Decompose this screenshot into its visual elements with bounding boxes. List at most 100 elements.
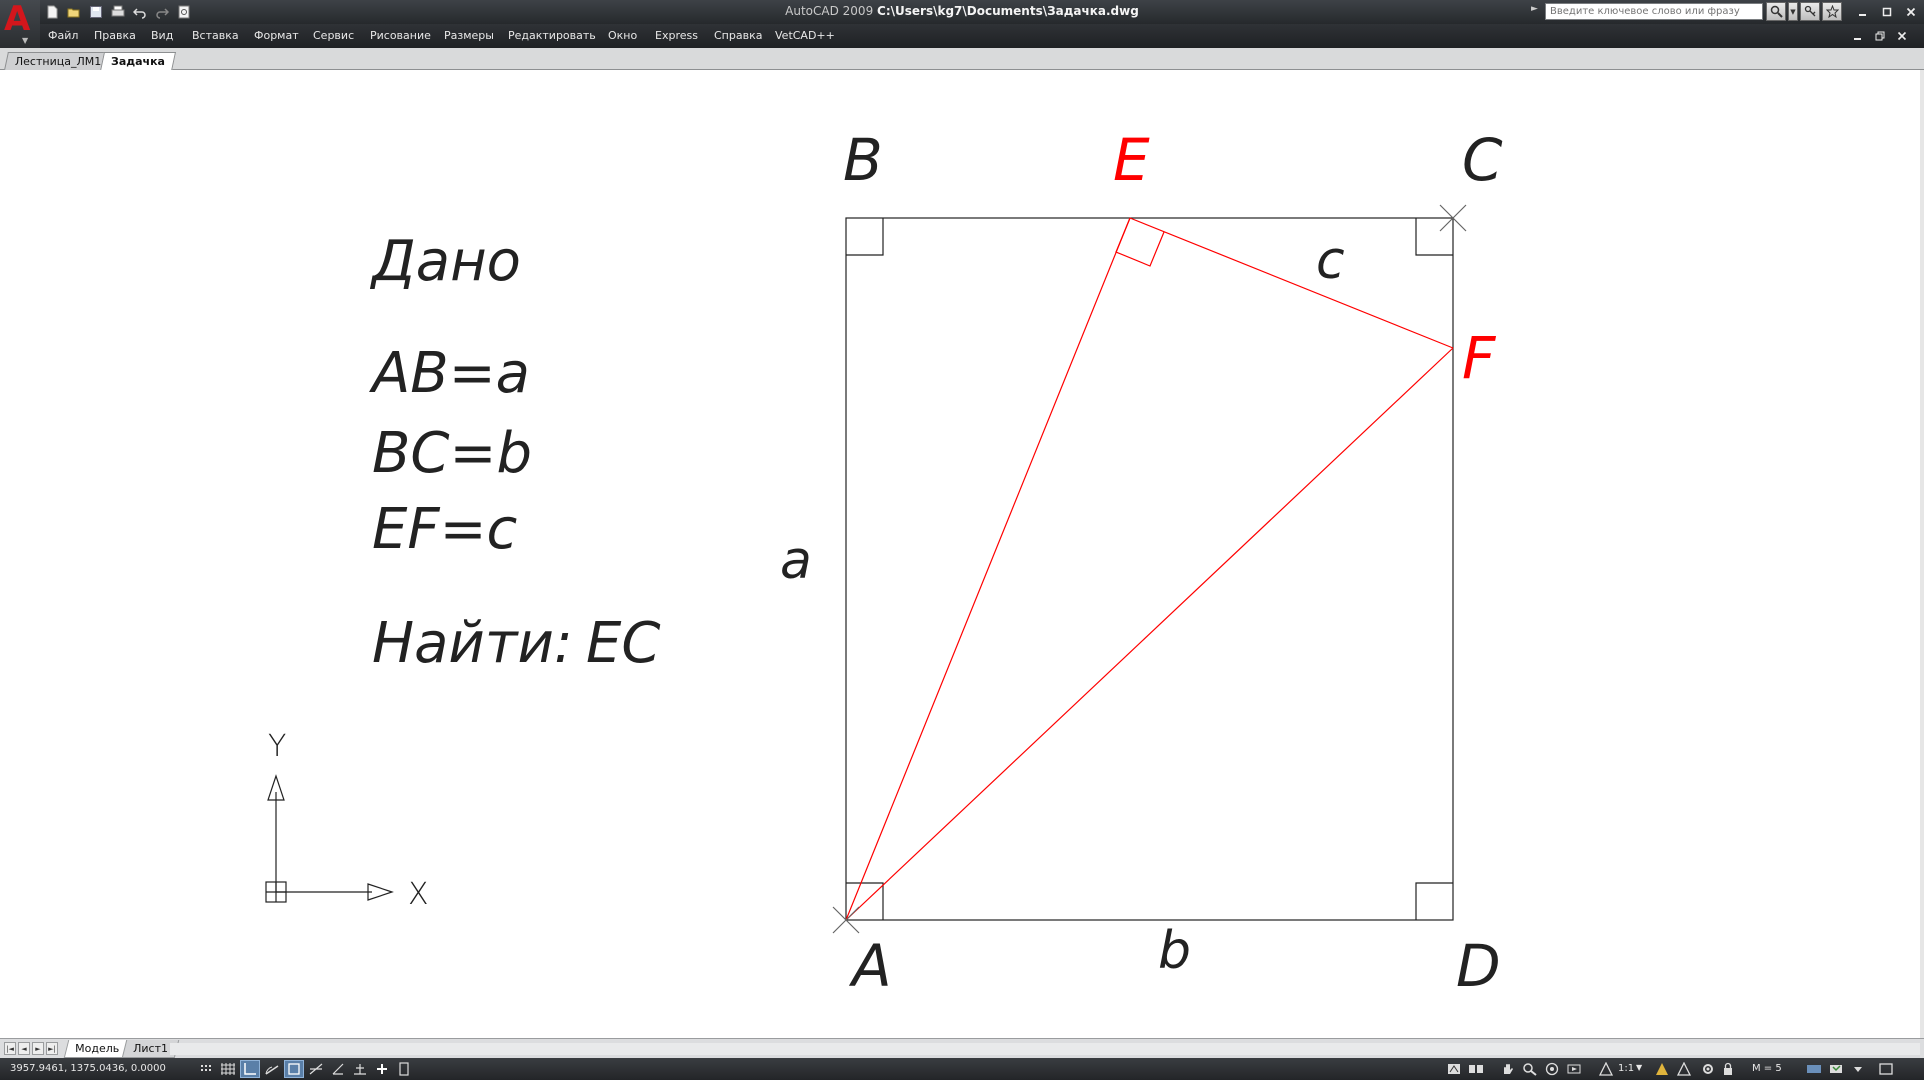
menu-express[interactable]: Express	[655, 29, 698, 42]
label-point-c: C	[1462, 126, 1503, 194]
steering-wheel-button[interactable]	[1542, 1060, 1562, 1078]
auto-scale-toggle[interactable]	[1674, 1060, 1694, 1078]
next-layout-button[interactable]: ►	[32, 1042, 44, 1055]
favorites-button[interactable]	[1822, 2, 1842, 21]
grid-icon	[221, 1063, 235, 1075]
minimize-icon	[1854, 38, 1861, 40]
tab-lestnitsa[interactable]: Лестница_ЛМ1	[4, 52, 113, 70]
communication-center-button[interactable]	[1826, 1060, 1846, 1078]
tab-label: Модель	[75, 1042, 120, 1055]
maximize-button[interactable]	[1876, 3, 1898, 20]
annotation-visibility-toggle[interactable]	[1652, 1060, 1672, 1078]
vertical-scrollbar[interactable]	[1920, 70, 1924, 1038]
polar-toggle[interactable]	[262, 1060, 282, 1078]
workspace-switch-button[interactable]	[1698, 1060, 1718, 1078]
qp-icon	[399, 1062, 409, 1076]
menu-window[interactable]: Окно	[608, 29, 637, 42]
drawing-area[interactable]: B E C F A D a b c Дано AB=a BC=b EF=c На…	[0, 70, 1924, 1038]
label-point-f: F	[1462, 324, 1497, 392]
infocenter-search-input[interactable]	[1545, 3, 1763, 20]
menu-dimension[interactable]: Размеры	[444, 29, 494, 42]
doc-restore-button[interactable]	[1870, 28, 1890, 44]
close-icon	[1897, 31, 1907, 41]
lock-icon	[1724, 1062, 1732, 1075]
drawing-svg[interactable]: B E C F A D a b c Дано AB=a BC=b EF=c На…	[0, 70, 1924, 1038]
lock-toolbar-button[interactable]	[1718, 1060, 1738, 1078]
close-button[interactable]	[1900, 3, 1922, 20]
file-path: C:\Users\kg7\Documents\Задачка.dwg	[877, 4, 1139, 18]
last-layout-button[interactable]: ►|	[46, 1042, 58, 1055]
prev-layout-button[interactable]: ◄	[18, 1042, 30, 1055]
application-menu-button[interactable]: A ▼	[0, 0, 40, 48]
menu-view[interactable]: Вид	[151, 29, 173, 42]
menu-tools[interactable]: Сервис	[313, 29, 354, 42]
menu-vetcad[interactable]: VetCAD++	[775, 29, 835, 42]
menu-format[interactable]: Формат	[254, 29, 299, 42]
dynamic-input-toggle[interactable]	[350, 1060, 370, 1078]
chevron-down-icon[interactable]: ▼	[1636, 1063, 1642, 1072]
menu-help[interactable]: Справка	[714, 29, 762, 42]
find-value: EC	[586, 611, 660, 676]
tab-label: Лист1	[133, 1042, 168, 1055]
osnap-toggle[interactable]	[284, 1060, 304, 1078]
clean-screen-icon	[1879, 1063, 1893, 1075]
autocad-logo-icon: A	[4, 0, 31, 39]
status-bar-menu-button[interactable]	[1848, 1060, 1868, 1078]
segment-ae[interactable]	[845, 217, 1131, 921]
infocenter-expand-icon[interactable]: ►	[1531, 4, 1538, 14]
lineweight-toggle[interactable]	[372, 1060, 392, 1078]
dynamic-ucs-toggle[interactable]	[328, 1060, 348, 1078]
label-point-b: B	[843, 126, 883, 194]
layout-space-button[interactable]	[1466, 1060, 1486, 1078]
autocad-window: AutoCAD 2009 C:\Users\kg7\Documents\Зада…	[0, 0, 1924, 1080]
given-line-ef: EF=c	[372, 497, 518, 562]
subscription-center-button[interactable]	[1800, 2, 1820, 21]
search-options-button[interactable]: ▼	[1788, 2, 1798, 21]
gear-icon	[1703, 1064, 1713, 1074]
menu-file[interactable]: Файл	[48, 29, 78, 42]
given-line-ab: AB=a	[369, 341, 530, 406]
quick-properties-toggle[interactable]	[394, 1060, 414, 1078]
pan-icon	[1504, 1064, 1513, 1074]
menu-draw[interactable]: Рисование	[370, 29, 431, 42]
pan-button[interactable]	[1498, 1060, 1518, 1078]
grid-toggle[interactable]	[218, 1060, 238, 1078]
segment-ef[interactable]	[1129, 217, 1454, 349]
search-button[interactable]	[1766, 2, 1786, 21]
doc-minimize-button[interactable]	[1848, 28, 1868, 44]
chevron-down-icon: ▼	[22, 36, 29, 45]
zoom-icon	[1523, 1063, 1537, 1076]
rectangle-abcd[interactable]	[845, 217, 1454, 921]
first-layout-button[interactable]: |◄	[4, 1042, 16, 1055]
clean-screen-button[interactable]	[1876, 1060, 1896, 1078]
model-space-button[interactable]	[1444, 1060, 1464, 1078]
document-tab-bar: Лестница_ЛМ1 Задачка	[0, 48, 1924, 71]
minimize-button[interactable]	[1852, 3, 1874, 20]
dyn-icon	[354, 1064, 366, 1075]
annotation-scale-icon[interactable]	[1596, 1060, 1616, 1078]
zoom-button[interactable]	[1520, 1060, 1540, 1078]
menu-insert[interactable]: Вставка	[192, 29, 239, 42]
tab-zadachka[interactable]: Задачка	[99, 52, 177, 71]
segment-af[interactable]	[845, 347, 1454, 921]
restore-icon	[1875, 31, 1885, 41]
ortho-toggle[interactable]	[240, 1060, 260, 1078]
coordinates-readout: 3957.9461, 1375.0436, 0.0000	[10, 1063, 166, 1074]
menu-modify[interactable]: Редактировать	[508, 29, 596, 42]
tray-settings-button[interactable]	[1804, 1060, 1824, 1078]
label-side-b: b	[1158, 921, 1191, 981]
horizontal-scrollbar[interactable]	[170, 1043, 1920, 1055]
doc-close-button[interactable]	[1892, 28, 1912, 44]
tab-model[interactable]: Модель	[63, 1040, 131, 1058]
otrack-toggle[interactable]	[306, 1060, 326, 1078]
right-angle-b	[846, 218, 884, 256]
menu-edit[interactable]: Правка	[94, 29, 136, 42]
showmotion-icon	[1567, 1064, 1581, 1074]
label-point-a: A	[848, 932, 892, 1000]
otrack-icon	[309, 1063, 323, 1075]
snap-toggle[interactable]	[196, 1060, 216, 1078]
close-icon	[1906, 7, 1916, 16]
polar-icon	[265, 1065, 279, 1075]
showmotion-button[interactable]	[1564, 1060, 1584, 1078]
annotation-scale-value[interactable]: 1:1	[1618, 1063, 1634, 1074]
